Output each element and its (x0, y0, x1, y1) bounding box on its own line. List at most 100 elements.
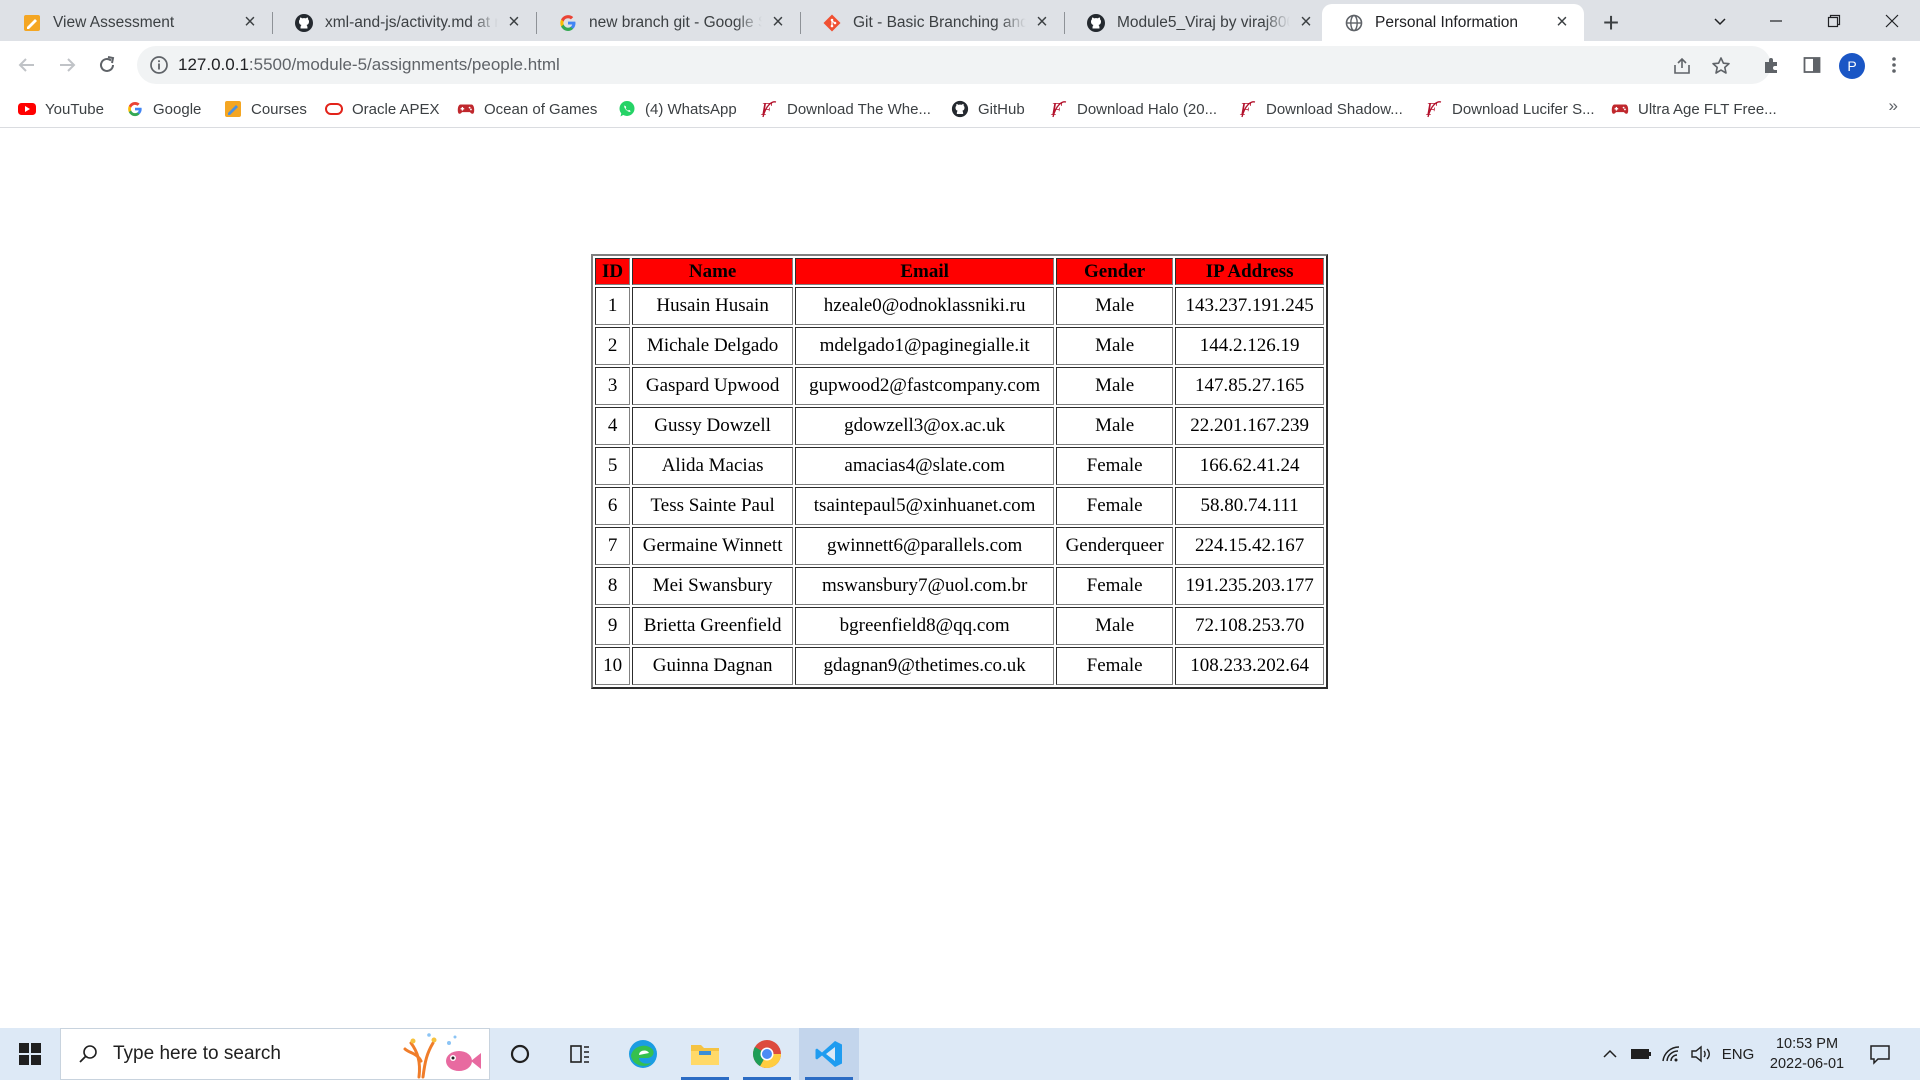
cell-email: gdowzell3@ox.ac.uk (795, 407, 1055, 445)
bookmark-whatsapp[interactable]: (4) WhatsApp (618, 97, 737, 121)
taskbar-search-box[interactable]: Type here to search (60, 1028, 490, 1080)
profile-avatar[interactable]: P (1839, 53, 1865, 79)
bookmark-star-icon[interactable] (1710, 55, 1732, 77)
side-panel-button[interactable] (1800, 53, 1824, 77)
cell-id: 3 (595, 367, 631, 405)
tab-personal-information[interactable]: Personal Information × (1322, 4, 1584, 41)
close-window-button[interactable] (1864, 0, 1920, 41)
close-icon[interactable]: × (768, 11, 788, 33)
new-tab-button[interactable]: + (1594, 6, 1628, 40)
input-language-button[interactable]: ENG (1718, 1028, 1758, 1080)
back-button[interactable] (10, 48, 44, 82)
menu-button[interactable] (1882, 53, 1906, 77)
bookmark-youtube[interactable]: YouTube (18, 97, 104, 121)
cell-ip-address: 143.237.191.245 (1175, 287, 1325, 325)
bookmark-label: Download Halo (20... (1077, 100, 1218, 118)
cell-ip-address: 108.233.202.64 (1175, 647, 1325, 685)
clock-date: 2022-06-01 (1769, 1056, 1845, 1072)
notifications-button[interactable] (1862, 1028, 1898, 1080)
speaker-icon (1691, 1045, 1710, 1063)
bookmark-label: Ocean of Games (484, 100, 598, 118)
vscode-taskbar-button[interactable] (799, 1028, 859, 1080)
bookmark-google[interactable]: Google (126, 97, 201, 121)
reload-button[interactable] (90, 48, 124, 82)
close-icon[interactable]: × (1296, 11, 1316, 33)
cell-id: 4 (595, 407, 631, 445)
network-button[interactable] (1658, 1028, 1684, 1080)
reload-icon (100, 56, 115, 72)
forward-button[interactable] (50, 48, 84, 82)
tab-module5-viraj[interactable]: Module5_Viraj by viraj800 × (1064, 4, 1328, 41)
close-icon[interactable]: × (240, 11, 260, 33)
tab-git-basic-branching[interactable]: Git - Basic Branching and M × (800, 4, 1064, 41)
arrow-left-icon (18, 58, 34, 72)
bookmark-github[interactable]: GitHub (951, 97, 1025, 121)
bookmarks-bar: YouTube Google Courses Oracle APEX Ocean… (0, 90, 1920, 128)
cell-email: mdelgado1@paginegialle.it (795, 327, 1055, 365)
edge-taskbar-button[interactable] (613, 1028, 673, 1080)
close-icon (1885, 14, 1899, 27)
tab-new-branch-git[interactable]: new branch git - Google Se × (536, 4, 800, 41)
volume-button[interactable] (1688, 1028, 1714, 1080)
arrow-right-icon (60, 58, 76, 72)
extensions-button[interactable] (1760, 53, 1784, 77)
url-text[interactable]: 127.0.0.1:5500/module-5/assignments/peop… (178, 55, 560, 75)
bookmark-oracle-apex[interactable]: Oracle APEX (325, 97, 440, 121)
cell-email: gupwood2@fastcompany.com (795, 367, 1055, 405)
chevron-down-icon (1714, 17, 1726, 25)
courses-icon (224, 100, 242, 118)
battery-button[interactable] (1628, 1028, 1654, 1080)
minimize-button[interactable] (1748, 0, 1804, 41)
share-icon[interactable] (1671, 55, 1693, 77)
tab-title: new branch git - Google Se (589, 13, 762, 31)
bookmark-courses[interactable]: Courses (224, 97, 307, 121)
bookmark-ultra-age[interactable]: Ultra Age FLT Free... (1611, 97, 1777, 121)
close-icon[interactable]: × (504, 11, 524, 33)
tab-view-assessment[interactable]: View Assessment × (0, 4, 272, 41)
fitgirl-icon: F (1050, 99, 1068, 119)
bookmark-download-shadow[interactable]: F Download Shadow... (1239, 97, 1403, 121)
file-explorer-taskbar-button[interactable] (675, 1028, 735, 1080)
info-icon[interactable] (149, 55, 169, 75)
restore-icon (1827, 14, 1841, 27)
cell-gender: Male (1056, 367, 1174, 405)
cortana-button[interactable] (490, 1028, 550, 1080)
fitgirl-icon: F (1425, 99, 1443, 119)
tab-search-button[interactable] (1692, 0, 1748, 41)
search-highlight-illustration-icon (403, 1033, 481, 1079)
chrome-taskbar-button[interactable] (737, 1028, 797, 1080)
tab-xml-and-js[interactable]: xml-and-js/activity.md at m × (272, 4, 536, 41)
bookmark-label: GitHub (978, 100, 1025, 118)
bookmark-download-the-whe[interactable]: F Download The Whe... (760, 97, 931, 121)
taskbar-clock[interactable]: 10:53 PM 2022-06-01 (1762, 1034, 1852, 1074)
bookmark-label: (4) WhatsApp (645, 100, 737, 118)
start-button[interactable] (0, 1028, 60, 1080)
page-content: ID Name Email Gender IP Address 1 Husain… (0, 129, 1920, 1028)
close-icon[interactable]: × (1032, 11, 1052, 33)
show-hidden-icons-button[interactable] (1598, 1028, 1622, 1080)
close-icon[interactable]: × (1552, 11, 1572, 33)
table-row: 9 Brietta Greenfield bgreenfield8@qq.com… (595, 607, 1325, 645)
cell-name: Brietta Greenfield (632, 607, 794, 645)
cell-ip-address: 58.80.74.111 (1175, 487, 1325, 525)
column-header-gender: Gender (1056, 258, 1174, 285)
cell-name: Gussy Dowzell (632, 407, 794, 445)
side-panel-icon (1803, 57, 1821, 73)
notification-icon (1870, 1045, 1890, 1065)
bookmarks-overflow-button[interactable]: » (1889, 96, 1898, 116)
bookmark-download-lucifer[interactable]: F Download Lucifer S... (1425, 97, 1595, 121)
task-view-button[interactable] (550, 1028, 610, 1080)
wifi-icon (1662, 1046, 1680, 1062)
bookmark-ocean-of-games[interactable]: Ocean of Games (457, 97, 597, 121)
more-vert-icon (1892, 57, 1896, 73)
bookmark-download-halo[interactable]: F Download Halo (20... (1050, 97, 1217, 121)
address-bar[interactable]: 127.0.0.1:5500/module-5/assignments/peop… (137, 46, 1771, 84)
search-placeholder: Type here to search (113, 1043, 281, 1064)
table-row: 7 Germaine Winnett gwinnett6@parallels.c… (595, 527, 1325, 565)
restore-button[interactable] (1806, 0, 1862, 41)
cell-gender: Female (1056, 567, 1174, 605)
browser-toolbar: 127.0.0.1:5500/module-5/assignments/peop… (0, 41, 1920, 90)
cell-name: Michale Delgado (632, 327, 794, 365)
taskbar: Type here to search ENG 10:53 PM 2022-06… (0, 1028, 1920, 1080)
cell-email: mswansbury7@uol.com.br (795, 567, 1055, 605)
